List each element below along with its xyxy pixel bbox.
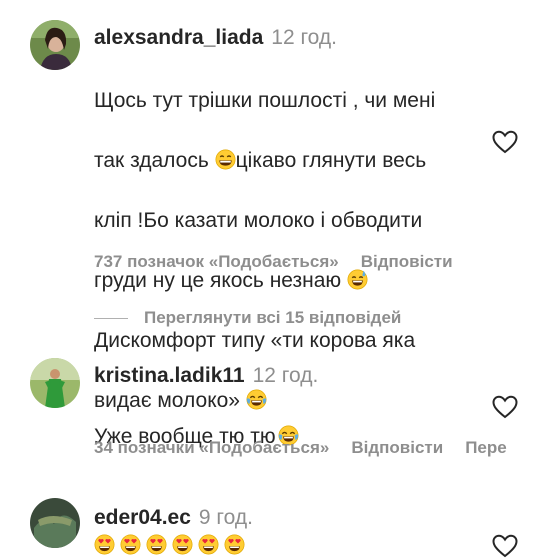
grinning-face-with-sweat-emoji — [347, 269, 368, 290]
view-replies-label[interactable]: Переглянути всі 15 відповідей — [144, 308, 401, 327]
heart-outline-icon[interactable] — [492, 130, 518, 154]
reply-button[interactable]: Відповісти — [351, 438, 443, 457]
comment-line-part: цікаво глянути весь — [235, 149, 427, 172]
smiling-face-with-heart-eyes-emoji — [198, 534, 219, 555]
comment-time: 9 год. — [198, 506, 253, 529]
comment-line: кліп !Бо казати молоко і обводити — [94, 209, 423, 232]
comment-meta: 737 позначок «Подобається» Відповісти — [94, 252, 475, 272]
comment-line: Дискомфорт типу «ти корова яка — [94, 329, 416, 352]
username-text[interactable]: eder04.ec — [94, 506, 191, 529]
heart-outline-icon[interactable] — [492, 534, 518, 558]
avatar[interactable] — [30, 20, 80, 70]
comment-line-part: груди ну це якось незнаю — [94, 269, 342, 292]
likes-count[interactable]: 737 позначок «Подобається» — [94, 252, 339, 271]
comment-username[interactable]: kristina.ladik11 12 год. — [94, 364, 318, 388]
comment-username[interactable]: alexsandra_liada 12 год. — [94, 26, 337, 50]
comment-time: 12 год. — [271, 26, 337, 49]
comment-line: Щось тут трішки пошлості , чи мені — [94, 89, 436, 112]
comment-username[interactable]: eder04.ec 9 год. — [94, 506, 253, 530]
translate-button[interactable]: Пере — [465, 438, 507, 457]
heart-outline-icon[interactable] — [492, 395, 518, 419]
comment-emoji-row — [94, 534, 245, 555]
likes-count[interactable]: 34 позначки «Подобається» — [94, 438, 329, 457]
smiling-face-with-heart-eyes-emoji — [146, 534, 167, 555]
reply-button[interactable]: Відповісти — [361, 252, 453, 271]
divider-line — [94, 318, 128, 320]
smiling-face-with-heart-eyes-emoji — [120, 534, 141, 555]
comment-time: 12 год. — [252, 364, 319, 387]
smiling-face-with-heart-eyes-emoji — [94, 534, 115, 555]
comment-line: так здалось цікаво глянути весь — [94, 146, 435, 176]
grinning-face-emoji — [215, 149, 236, 170]
avatar[interactable] — [30, 498, 80, 548]
smiling-face-with-heart-eyes-emoji — [172, 534, 193, 555]
comment-line-part: так здалось — [94, 149, 209, 172]
comment-meta: 34 позначки «Подобається» Відповісти Пере — [94, 438, 529, 458]
avatar[interactable] — [30, 358, 80, 408]
view-replies-button[interactable]: Переглянути всі 15 відповідей — [94, 308, 401, 328]
username-text[interactable]: kristina.ladik11 — [94, 364, 245, 387]
smiling-face-with-heart-eyes-emoji — [224, 534, 245, 555]
username-text[interactable]: alexsandra_liada — [94, 26, 263, 49]
